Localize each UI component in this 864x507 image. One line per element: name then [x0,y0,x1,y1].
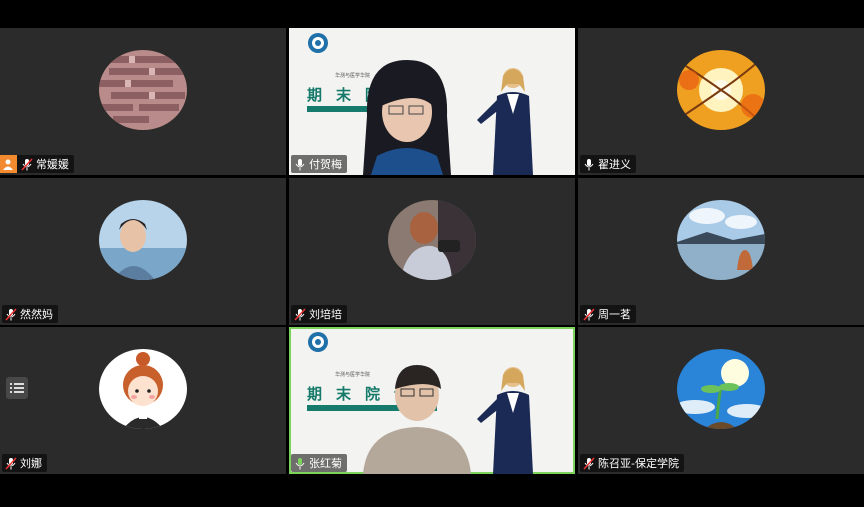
participant-tile-2[interactable]: 华测与医学华院 期末院训 付贺梅 [289,28,575,175]
nameplate: 然然妈 [2,305,58,323]
nameplate: 刘娜 [2,454,47,472]
participant-tile-1[interactable]: 常媛媛 [0,28,286,175]
participant-name: 陈召亚-保定学院 [598,457,679,470]
participant-tile-8[interactable]: 华测与医学华院 期末院训 张红菊 [289,327,575,474]
presenter-figure [477,367,533,474]
participant-name: 刘娜 [20,457,42,470]
participant-list-button[interactable] [6,377,28,399]
speaker-video [363,365,471,474]
avatar [99,49,187,130]
mic-muted-icon [583,307,595,321]
participant-name: 付贺梅 [309,158,342,171]
mic-muted-icon [294,307,306,321]
participant-name: 周一茗 [598,308,631,321]
participant-name: 然然妈 [20,308,53,321]
school-logo-icon [308,332,328,352]
avatar [388,199,476,280]
avatar [677,348,765,429]
participant-tile-5[interactable]: 刘培培 [289,178,575,325]
avatar [677,199,765,280]
mic-muted-icon [583,456,595,470]
video-grid: 常媛媛 华测与医学华院 期末院训 付贺梅 翟进义 然然妈 刘培培 周一茗 刘娜 … [0,28,864,474]
avatar [677,49,765,130]
top-bar [0,0,864,28]
bottom-bar [0,474,864,507]
avatar [99,348,187,429]
nameplate: 常媛媛 [0,155,74,173]
nameplate: 张红菊 [291,454,347,472]
nameplate: 翟进义 [580,155,636,173]
participant-tile-9[interactable]: 陈召亚-保定学院 [578,327,864,474]
participant-name: 张红菊 [309,457,342,470]
speaker-video [363,60,451,175]
list-icon [10,383,24,393]
participant-name: 翟进义 [598,158,631,171]
nameplate: 付贺梅 [291,155,347,173]
presenter-figure [477,68,533,175]
school-logo-icon [308,33,328,53]
mic-muted-icon [5,456,17,470]
mic-icon [584,158,594,170]
mic-muted-icon [5,307,17,321]
participant-tile-4[interactable]: 然然妈 [0,178,286,325]
participant-name: 刘培培 [309,308,342,321]
participant-name: 常媛媛 [36,158,69,171]
avatar [99,199,187,280]
nameplate: 刘培培 [291,305,347,323]
participant-tile-6[interactable]: 周一茗 [578,178,864,325]
participant-tile-3[interactable]: 翟进义 [578,28,864,175]
user-icon [0,155,17,173]
participant-tile-7[interactable]: 刘娜 [0,327,286,474]
mic-icon [295,158,305,170]
mic-muted-icon [21,157,33,171]
mic-speaking-icon [295,457,305,469]
nameplate: 陈召亚-保定学院 [580,454,684,472]
nameplate: 周一茗 [580,305,636,323]
